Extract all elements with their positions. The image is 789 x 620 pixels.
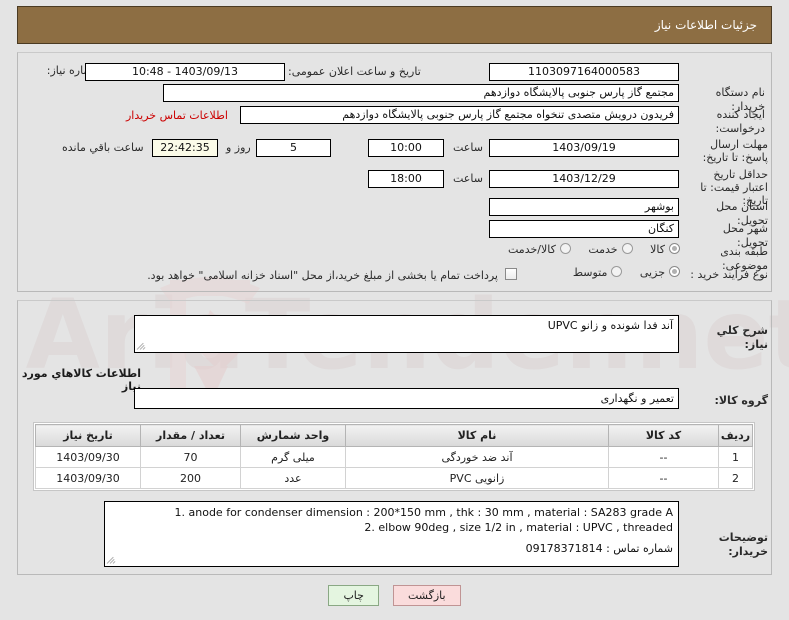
remaining-days-value: 5 — [256, 139, 331, 157]
radio-process-jozei[interactable] — [669, 266, 680, 277]
deadline-time-value: 10:00 — [368, 139, 444, 157]
cell-unit: میلی گرم — [240, 446, 346, 468]
buyer-notes-label: توضیحات خریدار: — [718, 531, 768, 558]
goods-table-wrapper: ردیف کد کالا نام کالا واحد شمارش تعداد /… — [33, 422, 755, 491]
radio-category-kala-khedmat[interactable] — [559, 243, 571, 254]
price-validity-date-value: 1403/12/29 — [489, 170, 679, 188]
cell-name: زانویی PVC — [345, 467, 609, 489]
creator-label: ایجاد کننده درخواست: — [715, 108, 765, 135]
cell-code: -- — [608, 467, 719, 489]
treasury-bond-checkbox[interactable] — [505, 268, 517, 280]
remaining-suffix-label: ساعت باقي مانده — [62, 141, 144, 154]
page-root: AriaTender.net جزئیات اطلاعات نیاز شماره… — [0, 0, 789, 620]
buyer-notes-line-2: 2. elbow 90deg , size 1/2 in , material … — [364, 521, 673, 534]
buyer-org-value: مجتمع گاز پارس جنوبی پالایشگاه دوازدهم — [163, 84, 679, 102]
cell-radif: 2 — [718, 467, 753, 489]
action-buttons: بازگشت چاپ — [0, 585, 789, 606]
buyer-notes-line-1: 1. anode for condenser dimension : 200*1… — [174, 506, 673, 519]
goods-table: ردیف کد کالا نام کالا واحد شمارش تعداد /… — [35, 424, 753, 489]
radio-label-kala: کالا — [650, 243, 665, 256]
radio-label-jozei: جزیی — [639, 266, 665, 279]
cell-unit: عدد — [240, 467, 346, 489]
province-value: بوشهر — [489, 198, 679, 216]
city-value: کنگان — [489, 220, 679, 238]
resize-grip-icon[interactable] — [136, 341, 147, 351]
goods-group-value: تعمیر و نگهداری — [134, 388, 679, 409]
print-button[interactable]: چاپ — [328, 585, 379, 606]
process-label: نوع فرآیند خرید : — [690, 268, 768, 281]
page-title: جزئیات اطلاعات نیاز — [654, 18, 757, 32]
table-row[interactable]: 1 -- آند ضد خوردگی میلی گرم 70 1403/09/3… — [35, 446, 753, 468]
radio-category-kala[interactable] — [669, 243, 680, 254]
remaining-days-separator: روز و — [226, 141, 251, 154]
deadline-date-value: 1403/09/19 — [489, 139, 679, 157]
cell-code: -- — [608, 446, 719, 468]
deadline-hour-label: ساعت — [453, 141, 483, 154]
col-code: کد کالا — [608, 424, 719, 447]
radio-label-kala-khedmat: کالا/خدمت — [508, 243, 556, 256]
radio-label-khedmat: خدمت — [588, 243, 618, 256]
treasury-bond-label: پرداخت تمام یا بخشی از مبلغ خرید،از محل … — [147, 269, 498, 282]
cell-radif: 1 — [718, 446, 753, 468]
cell-date: 1403/09/30 — [35, 446, 141, 468]
need-description-label: شرح کلي نیاز: — [716, 324, 768, 351]
radio-category-khedmat[interactable] — [621, 243, 633, 254]
buyer-contact-link[interactable]: اطلاعات تماس خریدار — [126, 107, 228, 125]
need-description-textarea[interactable]: آند فدا شونده و زانو UPVC — [134, 315, 679, 353]
resize-grip-icon[interactable] — [106, 555, 117, 565]
process-radio-group: جزیی متوسط — [500, 266, 680, 279]
col-radif: ردیف — [718, 424, 753, 447]
announce-date-label: تاریخ و ساعت اعلان عمومی: — [288, 65, 421, 78]
radio-label-motevaset: متوسط — [572, 266, 608, 279]
goods-section-heading: اطلاعات کالاهاي مورد نیاز — [21, 367, 141, 393]
table-row[interactable]: 2 -- زانویی PVC عدد 200 1403/09/30 — [35, 467, 753, 489]
cell-qty: 200 — [140, 467, 241, 489]
category-radio-group: کالا خدمت کالا/خدمت — [440, 243, 680, 256]
price-validity-time-value: 18:00 — [368, 170, 444, 188]
creator-value: فریدون درویش متصدی تنخواه مجتمع گاز پارس… — [240, 106, 679, 124]
col-name: نام کالا — [345, 424, 609, 447]
col-date: تاریخ نیاز — [35, 424, 141, 447]
cell-qty: 70 — [140, 446, 241, 468]
buyer-notes-line-3: شماره تماس : 09178371814 — [525, 542, 673, 555]
announce-date-value: 1403/09/13 - 10:48 — [85, 63, 285, 81]
cell-date: 1403/09/30 — [35, 467, 141, 489]
col-unit: واحد شمارش — [240, 424, 346, 447]
window-title-bar: جزئیات اطلاعات نیاز — [17, 6, 772, 44]
deadline-label: مهلت ارسال پاسخ: تا تاریخ: — [702, 138, 768, 164]
need-number-value: 1103097164000583 — [489, 63, 679, 81]
price-validity-hour-label: ساعت — [453, 172, 483, 185]
goods-group-label: گروه کالا: — [714, 394, 768, 407]
back-button[interactable]: بازگشت — [392, 585, 461, 606]
remaining-clock-value: 22:42:35 — [152, 139, 218, 157]
table-header-row: ردیف کد کالا نام کالا واحد شمارش تعداد /… — [35, 424, 753, 447]
need-description-value: آند فدا شونده و زانو UPVC — [547, 319, 673, 332]
radio-process-motevaset[interactable] — [611, 266, 623, 277]
col-qty: تعداد / مقدار — [140, 424, 241, 447]
buyer-notes-textarea[interactable]: 1. anode for condenser dimension : 200*1… — [104, 501, 679, 567]
cell-name: آند ضد خوردگی — [345, 446, 609, 468]
